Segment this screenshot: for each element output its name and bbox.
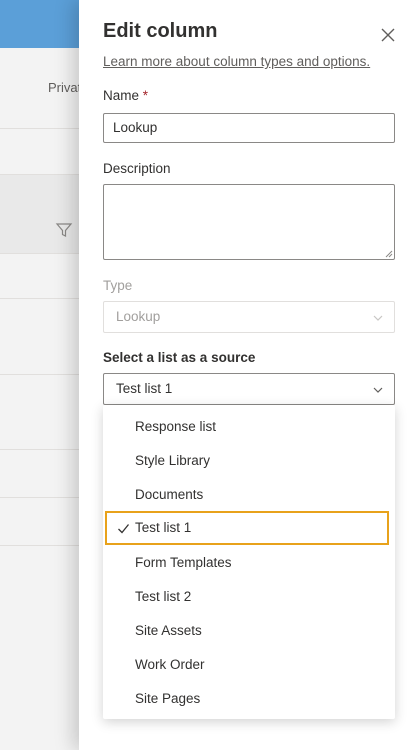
option-label: Test list 2 (135, 589, 192, 604)
type-dropdown-value: Lookup (116, 309, 161, 324)
option-label: Style Library (135, 453, 211, 468)
option-response-list[interactable]: Response list (103, 410, 395, 444)
option-label: Response list (135, 419, 217, 434)
option-form-templates[interactable]: Form Templates (103, 546, 395, 580)
option-test-list-2[interactable]: Test list 2 (103, 580, 395, 614)
chevron-down-icon (373, 387, 383, 393)
description-field[interactable] (103, 184, 395, 260)
type-dropdown: Lookup (103, 301, 395, 333)
type-label: Type (103, 278, 133, 293)
edit-column-panel: Edit column Learn more about column type… (79, 0, 418, 750)
close-icon[interactable] (377, 24, 399, 46)
option-documents[interactable]: Documents (103, 478, 395, 512)
option-work-order[interactable]: Work Order (103, 648, 395, 682)
required-mark: * (142, 88, 149, 103)
filter-icon[interactable] (55, 221, 73, 239)
option-style-library[interactable]: Style Library (103, 444, 395, 478)
panel-title: Edit column (103, 20, 218, 42)
checkmark-icon (118, 524, 130, 534)
source-dropdown[interactable]: Test list 1 (103, 373, 395, 405)
option-label: Work Order (135, 657, 205, 672)
name-label: Name (103, 88, 140, 103)
name-field[interactable]: Lookup (103, 113, 395, 143)
option-label: Test list 1 (135, 520, 192, 535)
option-site-pages[interactable]: Site Pages (103, 682, 395, 716)
option-label: Site Assets (135, 623, 202, 638)
source-dropdown-menu: Response list Style Library Documents Te… (103, 405, 395, 719)
description-label: Description (103, 161, 171, 176)
resize-grip-icon[interactable] (384, 249, 393, 258)
chevron-down-icon (373, 315, 383, 321)
option-label: Site Pages (135, 691, 201, 706)
option-label: Form Templates (135, 555, 232, 570)
option-test-list-1[interactable]: Test list 1 (105, 511, 389, 545)
privacy-label: Privat (48, 80, 82, 95)
option-label: Documents (135, 487, 204, 502)
name-label-group: Name * (103, 88, 148, 103)
learn-more-link[interactable]: Learn more about column types and option… (103, 54, 370, 69)
source-label: Select a list as a source (103, 350, 256, 365)
source-dropdown-value: Test list 1 (116, 381, 173, 396)
option-site-assets[interactable]: Site Assets (103, 614, 395, 648)
